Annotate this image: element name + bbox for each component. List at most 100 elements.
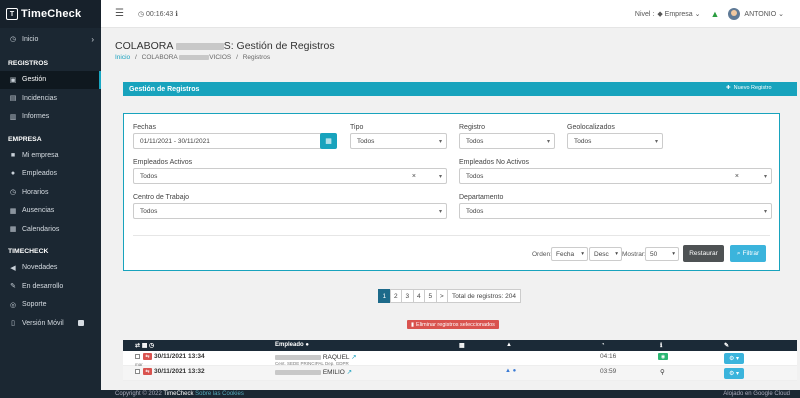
topbar-right: Nivel : ◆ Empresa ⌄ ▲ ANTONIO ⌄ <box>635 0 784 28</box>
row-actions-button[interactable]: ⚙ ▾ <box>724 353 744 364</box>
copyright-text: Copyright © 2022 <box>115 391 162 397</box>
logo[interactable]: T TimeCheck <box>0 0 101 28</box>
reset-button[interactable]: Restaurar <box>683 245 724 262</box>
geolocation-badge[interactable]: ◉ <box>658 353 668 360</box>
geo-select[interactable]: Todos ▾ <box>567 133 663 149</box>
table-row[interactable]: ⇆ 30/11/2021 13:34 mar RAQUEL ↗ Cent. SE… <box>123 351 797 367</box>
user-name: ANTONIO <box>744 11 777 18</box>
sidebar-section-title: EMPRESA <box>8 135 42 143</box>
users-icon: ● <box>10 170 16 178</box>
calendar-icon[interactable]: ▦ <box>320 133 337 149</box>
registro-select[interactable]: Todos ▾ <box>459 133 555 149</box>
redacted-text <box>275 369 321 375</box>
table-row[interactable]: ⇆ 30/11/2021 13:32 EMILIO ↗ 03:59 ⚲ ▲ ● ⚙… <box>123 366 797 381</box>
depto-label: Departamento <box>459 194 504 201</box>
select-value: Todos <box>140 172 158 180</box>
new-record-button[interactable]: ✚ Nuevo Registro <box>722 83 776 93</box>
chevron-down-icon: ▾ <box>546 138 550 145</box>
dashboard-icon: ◔ <box>601 342 605 348</box>
external-link-icon: ↗ <box>351 354 357 361</box>
centro-select[interactable]: Todos ▾ <box>133 203 447 219</box>
noactivos-label: Empleados No Activos <box>459 159 530 166</box>
employee-name[interactable]: RAQUEL ↗ <box>275 353 357 361</box>
level-selector[interactable]: ◆ Empresa ⌄ <box>657 10 700 18</box>
employee-header[interactable]: Empleado ● <box>275 342 309 348</box>
chevron-down-icon: ▾ <box>672 251 675 257</box>
select-value: Todos <box>466 207 484 215</box>
sidebar-item-incidencias[interactable]: ▤ Incidencias <box>0 89 101 108</box>
mobile-icon: ▯ <box>11 320 15 328</box>
row-checkbox[interactable] <box>135 369 140 374</box>
sidebar-item-gestion[interactable]: ▣ Gestión <box>0 70 101 89</box>
clock-icon: ◷ <box>9 189 17 197</box>
notifications-bell-icon[interactable]: ▲ <box>711 9 720 19</box>
dates-label: Fechas <box>133 124 156 131</box>
sidebar-item-empleados[interactable]: ● Empleados <box>0 165 101 184</box>
employee-name[interactable]: EMILIO ↗ <box>275 368 352 376</box>
sidebar-item-label: En desarrollo <box>22 282 64 290</box>
sidebar-item-label: Novedades <box>22 264 58 272</box>
trash-icon: ▮ <box>411 321 415 328</box>
delete-selected-button[interactable]: ▮ Eliminar registros seleccionados <box>407 320 499 329</box>
name-text: RAQUEL <box>322 354 350 361</box>
button-label: Eliminar registros seleccionados <box>416 321 495 328</box>
footer-link-sobre[interactable]: Sobre <box>195 391 211 397</box>
plus-icon: ✚ <box>726 85 731 91</box>
sidebar-item-informes[interactable]: ▥ Informes <box>0 108 101 127</box>
chevron-down-icon: ▾ <box>438 208 442 215</box>
date-range-input[interactable]: 01/11/2021 - 30/11/2021 <box>133 133 322 149</box>
sidebar-item-soporte[interactable]: ◎ Soporte <box>0 296 101 315</box>
noactivos-select[interactable]: Todos × ▾ <box>459 168 772 184</box>
sidebar-item-label: Soporte <box>22 301 47 309</box>
chevron-down-icon: ▾ <box>763 173 767 180</box>
level-value: Empresa <box>664 11 693 18</box>
location-pin-icon[interactable]: ⚲ <box>660 368 665 376</box>
redacted-text <box>179 54 210 60</box>
row-actions-button[interactable]: ⚙ ▾ <box>724 368 744 379</box>
main-content: COLABORA S: Gestión de Registros Inicio … <box>101 28 800 390</box>
sidebar-item-home[interactable]: ◷ Inicio › <box>0 30 101 49</box>
clear-icon[interactable]: × <box>735 173 739 180</box>
button-label: Filtrar <box>742 250 760 257</box>
activos-select[interactable]: Todos × ▾ <box>133 168 447 184</box>
page-size-select[interactable]: 50 ▾ <box>645 247 679 261</box>
sidebar-item-mi-empresa[interactable]: ■ Mi empresa <box>0 146 101 165</box>
breadcrumb-home[interactable]: Inicio <box>115 54 130 61</box>
sidebar-item-label: Empleados <box>22 170 58 178</box>
session-timer: ◷ 00:16:43 ℹ <box>137 10 178 18</box>
clear-icon[interactable]: × <box>412 173 416 180</box>
name-text: EMILIO <box>322 369 345 376</box>
select-value: Todos <box>140 207 158 215</box>
direction-select[interactable]: Desc ▾ <box>589 247 622 261</box>
record-datetime: 30/11/2021 13:34 <box>154 353 205 360</box>
divider <box>133 235 770 236</box>
crumb-part: VICIOS <box>209 54 232 61</box>
select-value: Todos <box>357 137 375 145</box>
sidebar-item-calendarios[interactable]: ▦ Calendarios <box>0 220 101 239</box>
depto-select[interactable]: Todos ▾ <box>459 203 772 219</box>
avatar[interactable] <box>728 8 741 20</box>
footer-link-cookies[interactable]: las Cookies <box>213 391 244 397</box>
sidebar-item-ausencias[interactable]: ▦ Ausencias <box>0 202 101 221</box>
level-label: Nivel : <box>634 10 655 18</box>
title-part: S: Gestión de Registros <box>223 40 335 52</box>
tipo-select[interactable]: Todos ▾ <box>350 133 447 149</box>
sidebar-item-version-movil[interactable]: ▯ Versión Móvil <box>0 314 101 333</box>
sidebar-item-novedades[interactable]: ◀ Novedades <box>0 259 101 278</box>
row-checkbox[interactable] <box>135 354 140 359</box>
incident-icons[interactable]: ▲ ● <box>505 368 516 374</box>
breadcrumb-company[interactable]: COLABORA VICIOS <box>142 54 232 61</box>
sidebar-item-en-desarrollo[interactable]: ✎ En desarrollo <box>0 277 101 296</box>
footer: Copyright © 2022 TimeCheck Sobre las Coo… <box>101 390 800 398</box>
menu-toggle-icon[interactable]: ☰ <box>115 8 124 19</box>
footer-brand: TimeCheck <box>163 391 194 397</box>
chevron-down-icon: ▾ <box>438 173 442 180</box>
filter-button[interactable]: ⌕ Filtrar <box>730 245 766 262</box>
calendar-icon: ▦ <box>9 226 17 234</box>
chevron-right-icon: › <box>91 34 94 44</box>
app: T TimeCheck ◷ Inicio › REGISTROS ▣ Gestión… <box>0 0 800 398</box>
user-menu[interactable]: ANTONIO ⌄ <box>744 10 784 18</box>
sort-datetime-icon[interactable]: ⇄ ▦ ◷ <box>135 342 154 349</box>
sidebar-item-horarios[interactable]: ◷ Horarios <box>0 183 101 202</box>
order-select[interactable]: Fecha ▾ <box>551 247 588 261</box>
